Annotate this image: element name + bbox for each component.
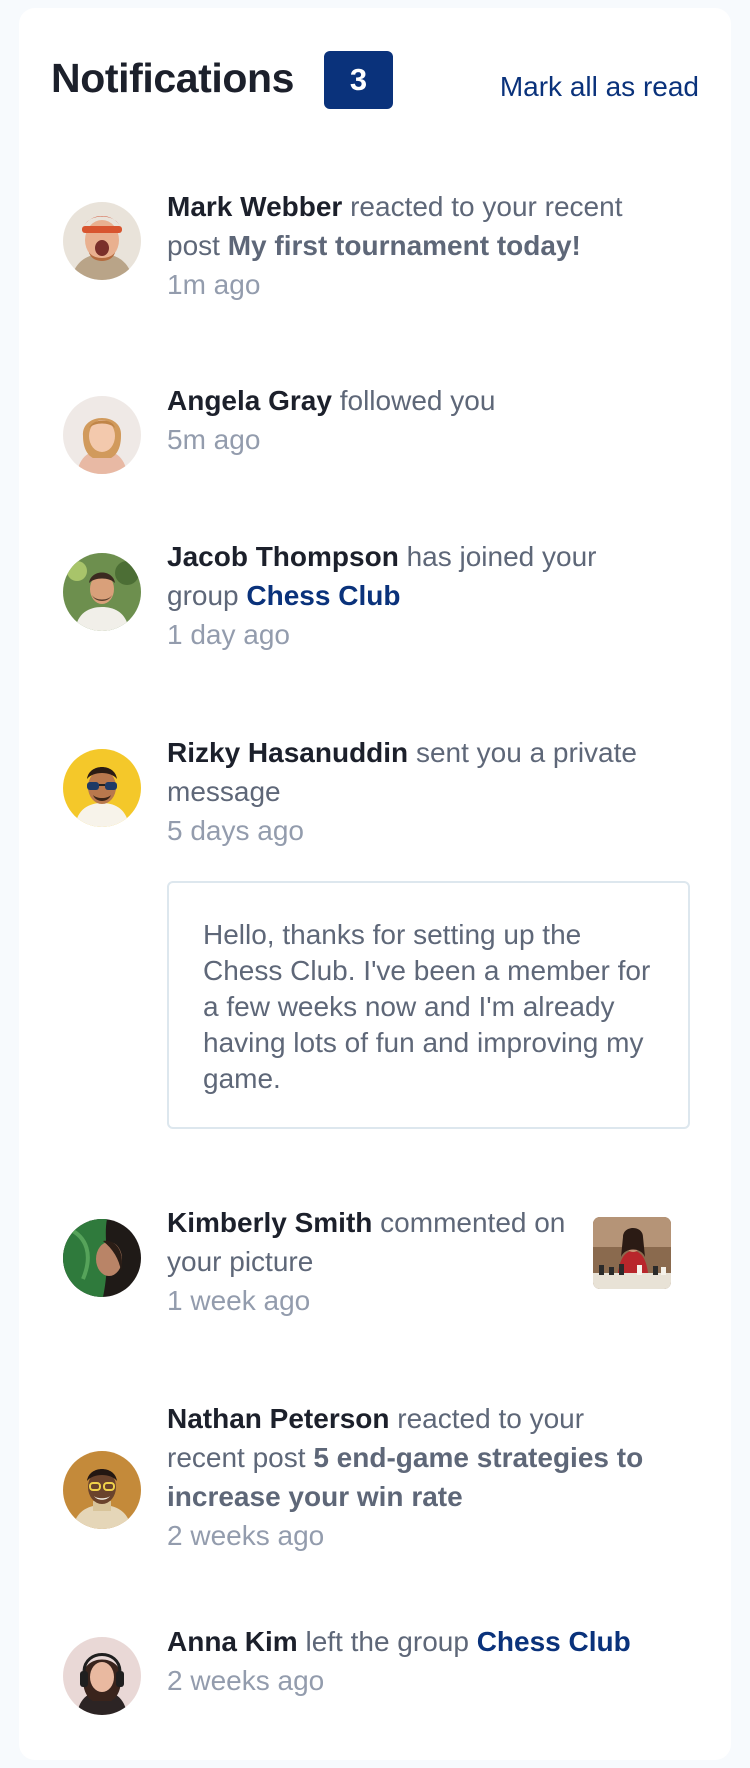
notification-action: followed you xyxy=(331,385,496,416)
notification-text: Jacob Thompson has joined your group Che… xyxy=(167,537,667,654)
avatar-angela-gray[interactable] xyxy=(63,396,141,474)
avatar-nathan-peterson[interactable] xyxy=(63,1451,141,1529)
notification-text: Angela Gray followed you 5m ago xyxy=(167,381,667,459)
user-name[interactable]: Angela Gray xyxy=(167,385,332,416)
user-name[interactable]: Nathan Peterson xyxy=(167,1403,390,1434)
mark-all-as-read-link[interactable]: Mark all as read xyxy=(500,71,699,103)
unread-count-badge: 3 xyxy=(324,51,393,109)
avatar-mark-webber[interactable] xyxy=(63,202,141,280)
notification-action: left the group xyxy=(297,1626,477,1657)
user-name[interactable]: Mark Webber xyxy=(167,191,342,222)
user-name[interactable]: Kimberly Smith xyxy=(167,1207,372,1238)
notification-time: 5m ago xyxy=(167,424,261,455)
avatar-kimberly-smith[interactable] xyxy=(63,1219,141,1297)
notification-time: 5 days ago xyxy=(167,815,304,846)
user-name[interactable]: Anna Kim xyxy=(167,1626,298,1657)
notification-time: 1m ago xyxy=(167,269,261,300)
group-link[interactable]: Chess Club xyxy=(246,580,400,611)
notification-text: Kimberly Smith commented on your picture… xyxy=(167,1203,567,1320)
user-name[interactable]: Jacob Thompson xyxy=(167,541,399,572)
notification-time: 1 week ago xyxy=(167,1285,311,1316)
notification-text: Rizky Hasanuddin sent you a private mess… xyxy=(167,733,667,850)
avatar-anna-kim[interactable] xyxy=(63,1637,141,1715)
notifications-header: Notifications 3 Mark all as read xyxy=(19,8,731,128)
notification-text: Mark Webber reacted to your recent post … xyxy=(167,187,667,304)
page-title: Notifications xyxy=(51,55,295,101)
avatar-jacob-thompson[interactable] xyxy=(63,553,141,631)
notification-time: 1 day ago xyxy=(167,619,290,650)
avatar-rizky-hasanuddin[interactable] xyxy=(63,749,141,827)
notification-text: Nathan Peterson reacted to your recent p… xyxy=(167,1399,667,1555)
notification-time: 2 weeks ago xyxy=(167,1520,325,1551)
user-name[interactable]: Rizky Hasanuddin xyxy=(167,737,408,768)
notification-text: Anna Kim left the group Chess Club 2 wee… xyxy=(167,1622,667,1700)
private-message-preview[interactable]: Hello, thanks for setting up the Chess C… xyxy=(167,881,690,1129)
post-link[interactable]: My first tournament today! xyxy=(228,230,581,261)
group-link[interactable]: Chess Club xyxy=(477,1626,631,1657)
chess-picture-thumbnail[interactable] xyxy=(593,1217,671,1289)
notifications-card: Notifications 3 Mark all as read Mark We… xyxy=(19,8,731,1760)
notification-time: 2 weeks ago xyxy=(167,1665,325,1696)
